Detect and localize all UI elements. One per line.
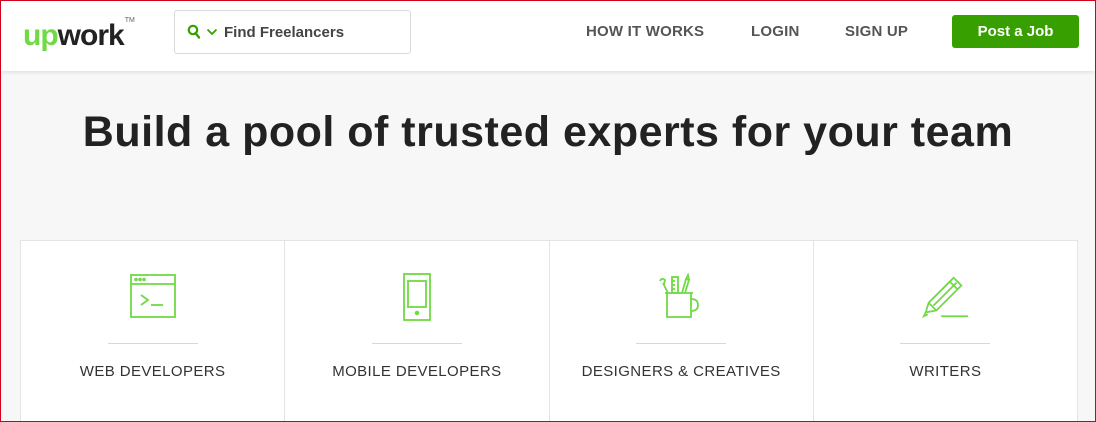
category-divider xyxy=(371,343,462,344)
category-mobile-developers[interactable]: MOBILE DEVELOPERS xyxy=(285,241,550,422)
mobile-phone-icon xyxy=(392,273,442,323)
search-category-label[interactable]: Find Freelancers xyxy=(224,24,344,41)
category-label: DESIGNERS & CREATIVES xyxy=(581,363,781,380)
category-divider xyxy=(636,343,727,344)
search-box[interactable]: Find Freelancers xyxy=(174,10,411,54)
pencil-cup-icon xyxy=(656,273,706,323)
post-a-job-button[interactable]: Post a Job xyxy=(952,15,1079,48)
category-divider xyxy=(900,343,991,344)
category-web-developers[interactable]: WEB DEVELOPERS xyxy=(21,241,286,422)
logo-up: up xyxy=(23,19,59,52)
category-label: WEB DEVELOPERS xyxy=(79,363,226,380)
browser-terminal-icon xyxy=(128,273,178,323)
hero-title: Build a pool of trusted experts for your… xyxy=(82,108,1014,156)
category-writers[interactable]: WRITERS xyxy=(814,241,1077,422)
nav-how-it-works[interactable]: HOW IT WORKS xyxy=(586,23,704,40)
category-grid: WEB DEVELOPERS MOBILE DEVELOPERS DESIGNE… xyxy=(20,240,1078,422)
logo-trademark: TM xyxy=(124,17,135,24)
upwork-logo[interactable]: up work TM xyxy=(23,11,135,51)
category-label: MOBILE DEVELOPERS xyxy=(332,363,502,380)
logo-work: work xyxy=(57,19,125,52)
search-icon[interactable] xyxy=(187,24,201,40)
category-designers-creatives[interactable]: DESIGNERS & CREATIVES xyxy=(550,241,814,422)
nav-login[interactable]: LOGIN xyxy=(751,23,800,40)
pencil-icon xyxy=(920,273,970,323)
nav-sign-up[interactable]: SIGN UP xyxy=(845,23,908,40)
category-label: WRITERS xyxy=(909,363,982,380)
category-divider xyxy=(107,343,198,344)
top-nav-bar: up work TM Find Freelancers HOW IT WORKS L… xyxy=(1,1,1095,71)
chevron-down-icon[interactable] xyxy=(206,28,218,36)
